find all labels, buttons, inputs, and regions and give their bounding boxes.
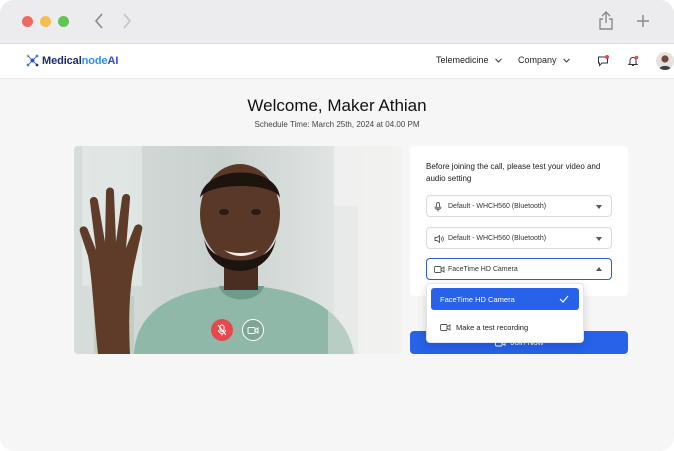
toggle-camera-button[interactable] (242, 319, 264, 341)
caret-down-icon (596, 205, 602, 209)
video-preview (74, 146, 402, 354)
speaker-select[interactable]: Default - WHCH560 (Bluetooth) (426, 227, 612, 249)
camera-option-label: FaceTime HD Camera (440, 295, 515, 304)
bell-icon[interactable] (627, 55, 639, 67)
schedule-time: Schedule Time: March 25th, 2024 at 04.00… (254, 120, 420, 129)
camera-option-facetime[interactable]: FaceTime HD Camera (431, 288, 579, 310)
forward-icon[interactable] (122, 13, 132, 29)
nav-company[interactable]: Company (518, 55, 570, 65)
speaker-select-value: Default - WHCH560 (Bluetooth) (448, 235, 547, 242)
back-icon[interactable] (94, 13, 104, 29)
nav-telemedicine-label: Telemedicine (436, 55, 489, 65)
caret-up-icon (596, 267, 602, 271)
logo-mark-icon (26, 54, 39, 67)
minimize-window-button[interactable] (40, 16, 51, 27)
video-preview-image (74, 146, 402, 354)
chevron-down-icon (494, 57, 502, 63)
nav-telemedicine[interactable]: Telemedicine (436, 55, 502, 65)
brand-logo[interactable]: MedicalnodeAI (26, 54, 118, 67)
microphone-select[interactable]: Default - WHCH560 (Bluetooth) (426, 195, 612, 217)
chat-icon[interactable] (597, 55, 609, 67)
microphone-select-value: Default - WHCH560 (Bluetooth) (448, 203, 547, 210)
microphone-icon (434, 202, 442, 212)
nav-company-label: Company (518, 55, 557, 65)
mute-microphone-button[interactable] (211, 319, 233, 341)
share-icon[interactable] (598, 11, 614, 30)
checkmark-icon (559, 295, 569, 303)
page-title: Welcome, Maker Athian (247, 96, 427, 115)
avatar-image (659, 55, 671, 70)
user-avatar[interactable] (656, 52, 674, 70)
browser-window: MedicalnodeAI Telemedicine Company Welco… (0, 0, 674, 451)
top-navbar: MedicalnodeAI Telemedicine Company (0, 44, 674, 79)
microphone-off-icon (217, 324, 227, 336)
maximize-window-button[interactable] (58, 16, 69, 27)
setup-prompt: Before joining the call, please test you… (426, 162, 601, 183)
close-window-button[interactable] (22, 16, 33, 27)
camera-icon (247, 326, 259, 334)
camera-option-label: Make a test recording (456, 323, 529, 332)
camera-icon (434, 266, 445, 273)
camera-option-test-recording[interactable]: Make a test recording (431, 316, 579, 338)
camera-select[interactable]: FaceTime HD Camera (426, 258, 612, 280)
camera-dropdown-menu: FaceTime HD Camera Make a test recording (426, 283, 584, 343)
video-camera-icon (440, 324, 451, 331)
new-tab-icon[interactable] (636, 14, 650, 28)
browser-toolbar (0, 0, 674, 44)
brand-name: MedicalnodeAI (42, 54, 119, 67)
camera-select-value: FaceTime HD Camera (448, 266, 518, 273)
chevron-down-icon (562, 57, 570, 63)
speaker-icon (434, 234, 444, 244)
caret-down-icon (596, 237, 602, 241)
